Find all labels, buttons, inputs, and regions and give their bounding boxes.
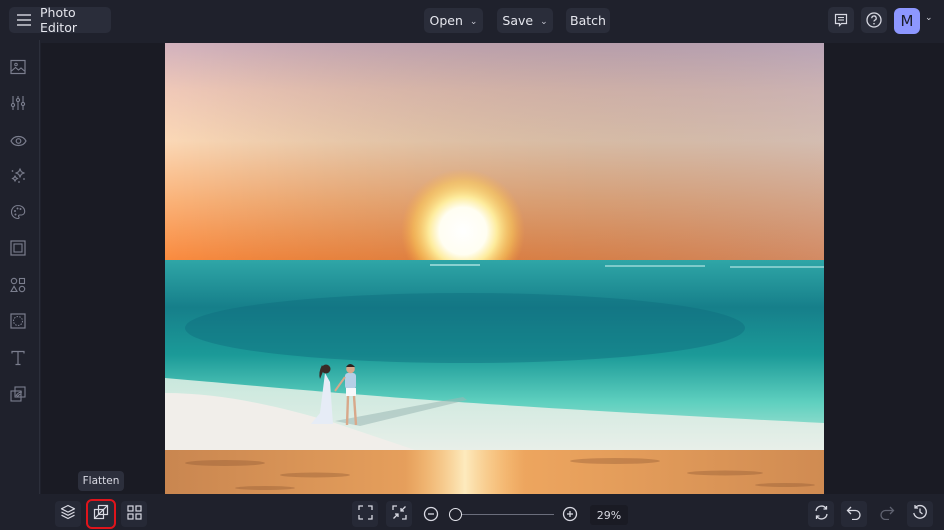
sidebar-item-touch-up[interactable] xyxy=(8,167,28,187)
fit-screen-icon xyxy=(357,504,373,524)
history-icon xyxy=(912,504,928,524)
texture-icon xyxy=(10,386,26,406)
batch-label: Batch xyxy=(570,13,606,28)
help-icon xyxy=(866,12,882,28)
beach-sunset-photo xyxy=(165,43,824,494)
sidebar-item-adjust[interactable] xyxy=(8,95,28,115)
sliders-icon xyxy=(10,95,26,115)
chevron-down-icon: ⌄ xyxy=(469,16,478,27)
history-button[interactable] xyxy=(907,501,933,527)
grid-button[interactable] xyxy=(121,501,147,527)
top-bar: Photo Editor Open ⌄ Save ⌄ Batch M ⌄ xyxy=(0,0,944,40)
hamburger-icon xyxy=(17,14,31,26)
sidebar-item-artsy[interactable] xyxy=(8,204,28,224)
overlay-icon xyxy=(10,313,26,333)
sidebar-item-text[interactable] xyxy=(8,350,28,370)
zoom-slider-handle[interactable] xyxy=(448,508,462,521)
redo-icon xyxy=(879,505,895,524)
redo-button[interactable] xyxy=(874,501,900,527)
flatten-icon xyxy=(93,504,109,524)
avatar[interactable]: M xyxy=(894,8,920,34)
sidebar-item-image[interactable] xyxy=(8,59,28,79)
undo-button[interactable] xyxy=(841,501,867,527)
zoom-out-icon[interactable] xyxy=(423,506,439,526)
palette-icon xyxy=(10,204,26,224)
fit-screen-button[interactable] xyxy=(352,501,378,527)
flatten-button[interactable] xyxy=(86,499,116,529)
flatten-tooltip: Flatten xyxy=(78,471,124,491)
sidebar-item-overlays[interactable] xyxy=(8,313,28,333)
feedback-button[interactable] xyxy=(828,7,854,33)
layers-icon xyxy=(60,504,76,524)
save-button[interactable]: Save ⌄ xyxy=(497,8,553,33)
sidebar-item-textures[interactable] xyxy=(8,386,28,406)
sidebar-item-effects[interactable] xyxy=(8,131,28,151)
grid-icon xyxy=(126,504,142,524)
open-label: Open xyxy=(429,13,463,28)
sun-reflection xyxy=(405,450,525,494)
account-chevron-down-icon[interactable]: ⌄ xyxy=(925,13,933,23)
layers-button[interactable] xyxy=(55,501,81,527)
app-menu-button[interactable]: Photo Editor xyxy=(9,5,111,35)
actual-size-button[interactable] xyxy=(386,501,412,527)
zoom-in-icon[interactable] xyxy=(562,506,578,526)
photo-canvas[interactable] xyxy=(165,43,824,494)
deep-water xyxy=(185,293,745,363)
chevron-down-icon: ⌄ xyxy=(540,16,548,27)
sparkle-icon xyxy=(10,167,27,188)
frame-icon xyxy=(10,240,26,260)
replace-icon xyxy=(814,504,829,524)
app-title: Photo Editor xyxy=(40,5,77,35)
tool-sidebar xyxy=(0,40,40,494)
zoom-slider-track[interactable] xyxy=(450,514,554,515)
shrink-icon xyxy=(391,504,407,524)
feedback-icon xyxy=(834,13,848,27)
open-button[interactable]: Open ⌄ xyxy=(424,8,483,33)
sidebar-item-frames[interactable] xyxy=(8,240,28,260)
eye-icon xyxy=(9,132,27,151)
text-icon xyxy=(10,350,26,370)
sidebar-item-graphics[interactable] xyxy=(8,277,28,297)
image-icon xyxy=(10,59,26,79)
save-label: Save xyxy=(502,13,534,28)
zoom-level-field[interactable]: 29% xyxy=(590,505,628,525)
help-button[interactable] xyxy=(861,7,887,33)
shapes-icon xyxy=(10,277,26,297)
replace-image-button[interactable] xyxy=(808,501,834,527)
undo-icon xyxy=(846,505,862,524)
batch-button[interactable]: Batch xyxy=(566,8,610,33)
